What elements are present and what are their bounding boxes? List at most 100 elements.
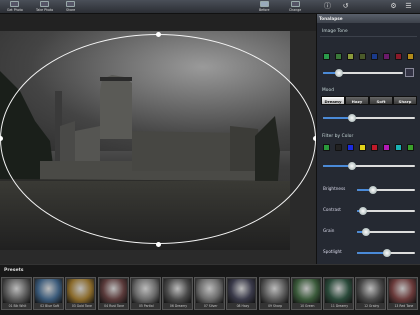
preset-thumbnail[interactable]: 01 Blk Whit [1, 277, 32, 310]
change-label: Change [289, 8, 302, 12]
preset-label: 10 Green [300, 304, 315, 308]
tone-preview-square[interactable] [405, 68, 414, 77]
info-icon[interactable]: ⓘ [323, 2, 332, 11]
presets-bar: Presets 01 Blk Whit 02 Blue Soft 03 Gold T… [0, 264, 420, 315]
adjustment-panel: Tonalapse Image Tone Mood Dreamy Hazy Soft… [316, 14, 420, 264]
brightness-slider[interactable] [357, 186, 415, 194]
tone-swatch[interactable] [347, 53, 354, 60]
grain-slider-knob[interactable] [361, 228, 370, 236]
tone-slider-knob[interactable] [335, 69, 343, 77]
divider [320, 36, 417, 37]
filter-swatch[interactable] [359, 144, 366, 151]
get-photo-button[interactable]: Get Photo [7, 1, 23, 13]
tone-swatch[interactable] [323, 53, 330, 60]
mood-button-hazy[interactable]: Hazy [345, 96, 369, 105]
mood-slider[interactable] [323, 114, 415, 122]
preset-label: 07 Silver [203, 304, 218, 308]
filter-swatch[interactable] [335, 144, 342, 151]
photo-icon [10, 1, 20, 7]
preset-thumbnail[interactable]: 11 Dreamy [323, 277, 354, 310]
spotlight-oval[interactable] [0, 34, 316, 244]
filter-swatch[interactable] [371, 144, 378, 151]
tone-swatch[interactable] [335, 53, 342, 60]
preset-thumbnail[interactable]: 08 Hazy [226, 277, 258, 310]
brightness-slider-knob[interactable] [369, 186, 378, 194]
preset-thumbnail[interactable]: 02 Blue Soft [33, 277, 65, 310]
presets-title: Presets [4, 268, 24, 273]
tone-swatch[interactable] [383, 53, 390, 60]
oval-handle-bottom[interactable] [156, 242, 161, 247]
preset-image [325, 279, 352, 303]
preset-label: 13 Red Tone [394, 304, 414, 308]
panel-title: Tonalapse [317, 14, 420, 23]
tone-swatch[interactable] [359, 53, 366, 60]
mood-button-dreamy[interactable]: Dreamy [321, 96, 345, 105]
preset-thumbnail[interactable]: 10 Green [290, 277, 322, 310]
filter-slider[interactable] [323, 162, 415, 170]
preset-image [196, 279, 224, 303]
gear-icon[interactable]: ⚙ [389, 2, 398, 11]
filter-by-color-label: Filter by Color [322, 134, 354, 139]
preset-label: 05 Partial [138, 304, 154, 308]
filter-swatch[interactable] [395, 144, 402, 151]
mood-label: Mood [322, 88, 335, 93]
preset-label: 04 Rust Tone [104, 304, 124, 308]
mood-button-soft[interactable]: Soft [369, 96, 393, 105]
preset-image [389, 279, 417, 303]
preset-thumbnail[interactable]: 05 Partial [129, 277, 161, 310]
contrast-slider[interactable] [357, 207, 415, 215]
preset-image [35, 279, 63, 303]
mood-slider-knob[interactable] [348, 114, 357, 122]
preset-image [357, 279, 385, 303]
adjustment-label: Brightness [323, 186, 346, 191]
before-icon [259, 1, 269, 7]
preset-label: 06 Dreamy [169, 304, 188, 308]
spotlight-slider-knob[interactable] [383, 249, 392, 257]
mood-button-sharp[interactable]: Sharp [393, 96, 417, 105]
filter-slider-knob[interactable] [348, 162, 357, 170]
filter-swatch[interactable] [383, 144, 390, 151]
undo-icon[interactable]: ↺ [341, 2, 350, 11]
preset-thumbnail[interactable]: 07 Silver [194, 277, 226, 310]
tone-swatch[interactable] [395, 53, 402, 60]
contrast-slider-knob[interactable] [358, 207, 367, 215]
image-tone-label: Image Tone [322, 29, 348, 34]
filter-swatch[interactable] [323, 144, 330, 151]
preset-thumbnail[interactable]: 13 Red Tone [387, 277, 419, 310]
filter-swatch[interactable] [347, 144, 354, 151]
preset-image [292, 279, 320, 303]
share-icon [66, 1, 76, 7]
preset-thumbnail[interactable]: 09 Sharp [258, 277, 290, 310]
preset-thumbnail[interactable]: 12 Grainy [355, 277, 387, 310]
preset-thumbnail[interactable]: 03 Gold Tone [65, 277, 97, 310]
change-icon [290, 1, 300, 7]
preset-label: 02 Blue Soft [40, 304, 60, 308]
oval-handle-top[interactable] [156, 32, 161, 37]
preset-thumbnail[interactable]: 06 Dreamy [162, 277, 193, 310]
filter-swatch[interactable] [407, 144, 414, 151]
tone-swatch[interactable] [407, 53, 414, 60]
preset-image [164, 279, 191, 303]
list-icon[interactable]: ☰ [404, 2, 413, 11]
tone-slider[interactable] [323, 69, 403, 77]
preset-label: 11 Dreamy [330, 304, 349, 308]
photo-canvas[interactable] [0, 31, 316, 264]
preset-image [67, 279, 95, 303]
tone-swatch[interactable] [371, 53, 378, 60]
adjustment-label: Grain [323, 228, 335, 233]
before-button[interactable]: Before [259, 1, 269, 13]
share-button[interactable]: Share [66, 1, 75, 13]
camera-icon [40, 1, 50, 7]
preset-image [131, 279, 159, 303]
take-photo-button[interactable]: Take Photo [36, 1, 53, 13]
grain-slider[interactable] [357, 228, 415, 236]
spotlight-slider[interactable] [357, 249, 415, 257]
preset-image [228, 279, 256, 303]
change-button[interactable]: Change [289, 1, 301, 13]
preset-thumbnail[interactable]: 04 Rust Tone [97, 277, 129, 310]
preset-label: 01 Blk Whit [8, 304, 27, 308]
adjustment-label: Spotlight [323, 249, 342, 254]
get-photo-label: Get Photo [7, 8, 23, 12]
preset-label: 09 Sharp [268, 304, 283, 308]
preset-label: 08 Hazy [236, 304, 250, 308]
